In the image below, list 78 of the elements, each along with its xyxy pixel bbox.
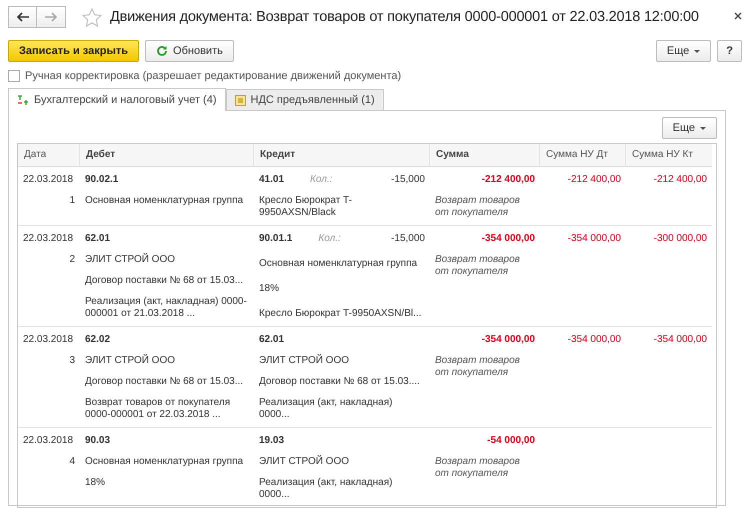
quantity-label: Кол.:: [318, 233, 341, 245]
table-cell-text: Кресло Бюрократ T-9950AXSN/Black: [259, 195, 353, 219]
row-number: 3: [68, 355, 75, 367]
table-cell-text: Договор поставки № 68 от 15.03...: [85, 376, 244, 388]
window-title: Движения документа: Возврат товаров от покупателя 0000-000001 от 22.03.2018 12:00:00: [110, 9, 700, 25]
table-cell-text: Договор поставки № 68 от 15.03....: [259, 376, 421, 388]
more-button[interactable]: Еще: [656, 40, 712, 62]
amount: -354 000,00: [480, 334, 535, 346]
amount: -212 400,00: [566, 174, 621, 186]
right-arrow-icon: [44, 12, 58, 22]
quantity-value: -15,000: [391, 174, 425, 186]
help-button[interactable]: ?: [717, 40, 742, 62]
more-button[interactable]: Еще: [662, 117, 717, 139]
table-cell-text: Возврат товаров от покупателя: [435, 456, 521, 480]
amount: -300 000,00: [652, 233, 707, 245]
account-code: 62.01: [259, 334, 284, 346]
table-cell-text: Реализация (акт, накладная) 0000...: [259, 397, 394, 421]
table-cell-text: ЭЛИТ СТРОЙ ООО: [85, 254, 176, 266]
amount: -212 400,00: [652, 174, 707, 186]
quantity-value: -15,000: [391, 233, 425, 245]
table-cell-text: Основная номенклатурная группа: [85, 456, 244, 468]
account-code: 90.03: [85, 435, 112, 447]
tab[interactable]: Бухгалтерский и налоговый учет (4): [8, 88, 226, 111]
account-code: 90.01.1: [259, 233, 292, 245]
account-code: 62.02: [85, 334, 112, 346]
column-header[interactable]: Дебет: [80, 144, 254, 167]
amount: -354 000,00: [566, 233, 621, 245]
save-and-close-button[interactable]: Записать и закрыть: [8, 40, 140, 62]
table-cell-text: 22.03.2018: [23, 174, 74, 186]
column-header[interactable]: Дата: [18, 144, 80, 167]
amount: -54 000,00: [486, 435, 535, 447]
account-code: 19.03: [259, 435, 284, 447]
table-cell-text: 22.03.2018: [23, 233, 74, 245]
back-button[interactable]: [8, 6, 37, 28]
table-cell-text: Возврат товаров от покупателя: [435, 254, 521, 278]
amount: -354 000,00: [566, 334, 621, 346]
account-code: 41.01: [259, 174, 284, 186]
table-cell-text: Реализация (акт, накладная) 0000-000001 от 21.03.2018 ...: [85, 296, 248, 320]
table-cell-text: Основная номенклатурная группа: [85, 195, 244, 207]
row-number: 4: [68, 456, 75, 468]
table-cell-text: Основная номенклатурная группа: [259, 258, 418, 270]
table-cell-text: 22.03.2018: [23, 334, 74, 346]
row-number: 1: [68, 195, 75, 207]
column-header[interactable]: Сумма: [430, 144, 540, 167]
quantity-label: Кол.:: [310, 174, 332, 186]
table-cell-text: ЭЛИТ СТРОЙ ООО: [85, 355, 176, 367]
amount: -354 000,00: [652, 334, 707, 346]
column-header[interactable]: Кредит: [254, 144, 430, 167]
table-cell-text: Возврат товаров от покупателя: [435, 355, 521, 379]
table-cell-text: Договор поставки № 68 от 15.03...: [85, 275, 244, 287]
column-header[interactable]: Сумма НУ Кт: [626, 144, 712, 167]
caret-icon: [700, 126, 706, 130]
refresh-button[interactable]: Обновить: [145, 40, 234, 62]
column-header[interactable]: Сумма НУ Дт: [540, 144, 626, 167]
table-cell-text: Возврат товаров от покупателя: [435, 195, 521, 219]
checkbox[interactable]: [8, 70, 20, 82]
table-cell-text: Кресло Бюрократ T-9950AXSN/Bl...: [259, 308, 422, 320]
table-cell-text: 18%: [259, 283, 280, 295]
account-code: 90.02.1: [85, 174, 120, 186]
left-arrow-icon: [16, 12, 30, 22]
account-code: 62.01: [85, 233, 112, 245]
table-cell-text: Реализация (акт, накладная) 0000...: [259, 477, 394, 501]
refresh-icon: [156, 45, 168, 57]
table-cell-text: Возврат товаров от покупателя 0000-000001 от 22.03.2018 ...: [85, 397, 232, 421]
amount: -354 000,00: [480, 233, 535, 245]
row-number: 2: [68, 254, 75, 266]
debit-credit-icon: [17, 94, 29, 106]
star-icon[interactable]: [82, 8, 102, 26]
tab[interactable]: НДС предъявленный (1): [226, 89, 384, 110]
register-icon: [234, 94, 246, 106]
checkbox-label: Ручная корректировка (разрешает редактирование движений документа): [25, 70, 402, 82]
table-cell-text: 18%: [85, 477, 106, 489]
caret-icon: [694, 50, 700, 52]
amount: -212 400,00: [480, 174, 535, 186]
close-icon[interactable]: [734, 12, 742, 20]
table-cell-text: ЭЛИТ СТРОЙ ООО: [259, 355, 350, 367]
table-cell-text: 22.03.2018: [23, 435, 74, 447]
table-cell-text: ЭЛИТ СТРОЙ ООО: [259, 456, 350, 468]
